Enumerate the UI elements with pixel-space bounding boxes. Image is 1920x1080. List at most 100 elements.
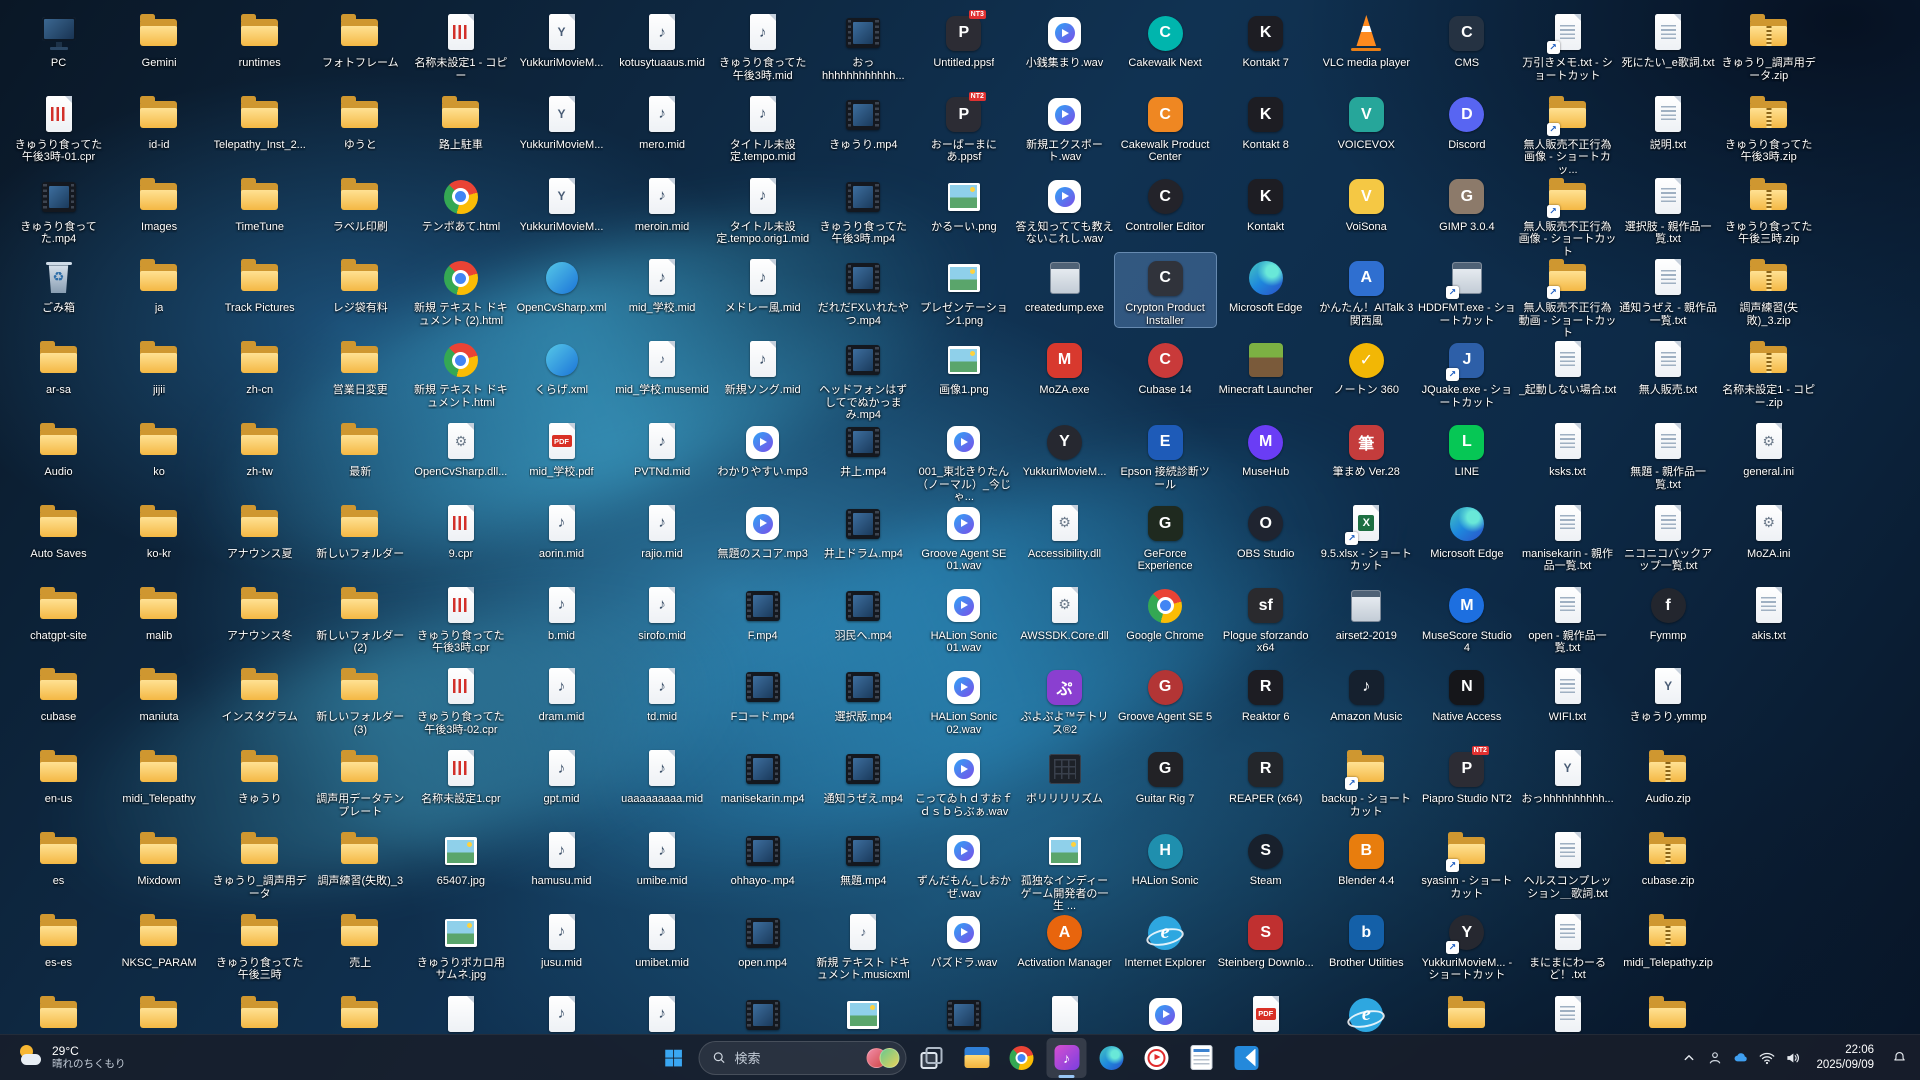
desktop-icon[interactable]: ↗ 万引きメモ.txt - ショートカット	[1517, 8, 1618, 82]
desktop-icon[interactable]: Minecraft Launcher	[1215, 335, 1316, 397]
desktop-icon[interactable]: 調声練習(失敗)_3.zip	[1718, 253, 1819, 327]
desktop-icon[interactable]: PDF	[1215, 990, 1316, 1039]
desktop-icon[interactable]: PDF mid_学校.pdf	[511, 417, 612, 479]
desktop-icon[interactable]: きゅうり_調声用データ	[209, 826, 310, 900]
chrome-taskbar-button[interactable]	[1002, 1038, 1042, 1078]
media-player-taskbar-button[interactable]: ♪	[1046, 1037, 1087, 1078]
desktop-icon[interactable]: きゅうり食ってた午後3時.cpr	[410, 581, 511, 655]
desktop-icon[interactable]: インスタグラム	[209, 662, 310, 724]
desktop-icon[interactable]: Groove Agent SE 01.wav	[913, 499, 1014, 573]
desktop-icon[interactable]: 新規 テキスト ドキュメント.html	[410, 335, 511, 409]
desktop-icon[interactable]: C Cubase 14	[1115, 335, 1216, 397]
desktop-icon[interactable]: G GIMP 3.0.4	[1416, 172, 1517, 234]
desktop-icon[interactable]: sf Plogue sforzando x64	[1215, 581, 1316, 655]
desktop-icon[interactable]: manisekarin.mp4	[712, 744, 813, 806]
desktop-icon[interactable]: ♪	[511, 990, 612, 1039]
desktop-icon[interactable]: ↗ 無人販売不正行為画像 - ショートカッ...	[1517, 90, 1618, 177]
desktop-icon[interactable]: Audio	[8, 417, 109, 479]
desktop-icon[interactable]: ♪ 新規ソング.mid	[712, 335, 813, 397]
desktop-icon[interactable]: createdump.exe	[1014, 253, 1115, 315]
vscode-taskbar-button[interactable]	[1227, 1038, 1267, 1078]
desktop-icon[interactable]: パズドラ.wav	[913, 908, 1014, 970]
wifi-icon[interactable]	[1754, 1043, 1780, 1073]
desktop-icon[interactable]: midi_Telepathy	[109, 744, 210, 806]
volume-icon[interactable]	[1780, 1043, 1806, 1073]
desktop-icon[interactable]: K Kontakt 7	[1215, 8, 1316, 70]
desktop-icon[interactable]: ⚙ MoZA.ini	[1718, 499, 1819, 561]
desktop-icon[interactable]: Y YukkuriMovieM...	[511, 172, 612, 234]
desktop-icon[interactable]: 画像1.png	[913, 335, 1014, 397]
desktop-icon[interactable]: O OBS Studio	[1215, 499, 1316, 561]
desktop-icon[interactable]: 名称未設定1 - コピー	[410, 8, 511, 82]
desktop-icon[interactable]: M MuseScore Studio 4	[1416, 581, 1517, 655]
desktop-icon[interactable]: PC	[8, 8, 109, 70]
desktop-icon[interactable]: ↗ syasinn - ショートカット	[1416, 826, 1517, 900]
desktop-icon[interactable]: ar-sa	[8, 335, 109, 397]
desktop-icon[interactable]: ♪ gpt.mid	[511, 744, 612, 806]
desktop-icon[interactable]: ヘッドフォンはずしてでぬかっまみ.mp4	[813, 335, 914, 422]
desktop-icon[interactable]: ♪ 新規 テキスト ドキュメント.musicxml	[813, 908, 914, 982]
desktop-icon[interactable]: B Blender 4.4	[1316, 826, 1417, 888]
desktop-icon[interactable]	[913, 990, 1014, 1039]
desktop-icon[interactable]: ♪ umibe.mid	[612, 826, 713, 888]
desktop-icon[interactable]: ♻ ごみ箱	[8, 253, 109, 315]
desktop-icon[interactable]: ⚙ OpenCvSharp.dll...	[410, 417, 511, 479]
desktop-icon[interactable]: E Epson 接続診断ツール	[1115, 417, 1216, 491]
desktop-icon[interactable]: 新しいフォルダー (2)	[310, 581, 411, 655]
desktop-icon[interactable]: ♪ umibet.mid	[612, 908, 713, 970]
desktop-icon[interactable]: M MuseHub	[1215, 417, 1316, 479]
desktop-icon[interactable]: jijii	[109, 335, 210, 397]
desktop-icon[interactable]: アナウンス夏	[209, 499, 310, 561]
desktop-icon[interactable]: テンポあて.html	[410, 172, 511, 234]
desktop-icon[interactable]: HALion Sonic 01.wav	[913, 581, 1014, 655]
file-explorer-taskbar-button[interactable]	[957, 1038, 997, 1078]
desktop-icon[interactable]: f Fymmp	[1618, 581, 1719, 643]
desktop-icon[interactable]: airset2-2019	[1316, 581, 1417, 643]
desktop-icon[interactable]: 新規 テキスト ドキュメント (2).html	[410, 253, 511, 327]
desktop-icon[interactable]: C Cakewalk Product Center	[1115, 90, 1216, 164]
desktop-icon[interactable]: Images	[109, 172, 210, 234]
desktop-icon[interactable]: 65407.jpg	[410, 826, 511, 888]
desktop-icon[interactable]: アナウンス冬	[209, 581, 310, 643]
desktop-icon[interactable]: きゅうり食ってた午後三時	[209, 908, 310, 982]
desktop-icon[interactable]: ♪ kotusytuaaus.mid	[612, 8, 713, 70]
desktop-icon[interactable]: わかりやすい.mp3	[712, 417, 813, 479]
desktop-icon[interactable]: こってゐｈｄすおｆｄｓｂらぶぁ.wav	[913, 744, 1014, 818]
edge-taskbar-button[interactable]	[1092, 1038, 1132, 1078]
desktop-icon[interactable]: open.mp4	[712, 908, 813, 970]
desktop-icon[interactable]: 新しいフォルダー	[310, 499, 411, 561]
desktop-icon[interactable]: midi_Telepathy.zip	[1618, 908, 1719, 970]
desktop-icon[interactable]: ♪ meroin.mid	[612, 172, 713, 234]
youtube-music-taskbar-button[interactable]	[1137, 1038, 1177, 1078]
desktop-icon[interactable]: きゅうり食ってた午後三時.zip	[1718, 172, 1819, 246]
desktop-icon[interactable]: OpenCvSharp.xml	[511, 253, 612, 315]
desktop-icon[interactable]: K Kontakt 8	[1215, 90, 1316, 152]
desktop-icon[interactable]: ja	[109, 253, 210, 315]
desktop-icon[interactable]: G Guitar Rig 7	[1115, 744, 1216, 806]
desktop-icon[interactable]: Google Chrome	[1115, 581, 1216, 643]
desktop-icon[interactable]: おっhhhhhhhhhhhh...	[813, 8, 914, 82]
desktop-icon[interactable]: 無題 - 親作品一覧.txt	[1618, 417, 1719, 491]
desktop-icon[interactable]: 井上.mp4	[813, 417, 914, 479]
desktop-icon[interactable]: ヘルスコンプレッション＿歌詞.txt	[1517, 826, 1618, 900]
desktop-icon[interactable]: A Activation Manager	[1014, 908, 1115, 970]
desktop-icon[interactable]: b Brother Utilities	[1316, 908, 1417, 970]
desktop-icon[interactable]: ラベル印刷	[310, 172, 411, 234]
desktop-icon[interactable]: きゅうり	[209, 744, 310, 806]
desktop-icon[interactable]: きゅうり食ってた午後3時-01.cpr	[8, 90, 109, 164]
desktop-icon[interactable]: cubase.zip	[1618, 826, 1719, 888]
desktop-icon[interactable]: ♪ きゅうり食ってた午後3時.mid	[712, 8, 813, 82]
desktop-icon[interactable]: G Groove Agent SE 5	[1115, 662, 1216, 724]
desktop-icon[interactable]: 名称未設定1 - コピー.zip	[1718, 335, 1819, 409]
task-view-taskbar-button[interactable]	[912, 1038, 952, 1078]
desktop-icon[interactable]: zh-cn	[209, 335, 310, 397]
desktop-icon[interactable]: ニコニコバックアップ一覧.txt	[1618, 499, 1719, 573]
desktop-icon[interactable]: きゅうり食ってた午後3時.mp4	[813, 172, 914, 246]
desktop-icon[interactable]: 通知うぜえ.mp4	[813, 744, 914, 806]
desktop-icon[interactable]: ⚙ general.ini	[1718, 417, 1819, 479]
desktop-icon[interactable]: R Reaktor 6	[1215, 662, 1316, 724]
desktop-icon[interactable]: 新規エクスポート.wav	[1014, 90, 1115, 164]
desktop-icon[interactable]	[1115, 990, 1216, 1039]
desktop-icon[interactable]: きゅうり食ってた午後3時-02.cpr	[410, 662, 511, 736]
desktop-icon[interactable]: HALion Sonic 02.wav	[913, 662, 1014, 736]
